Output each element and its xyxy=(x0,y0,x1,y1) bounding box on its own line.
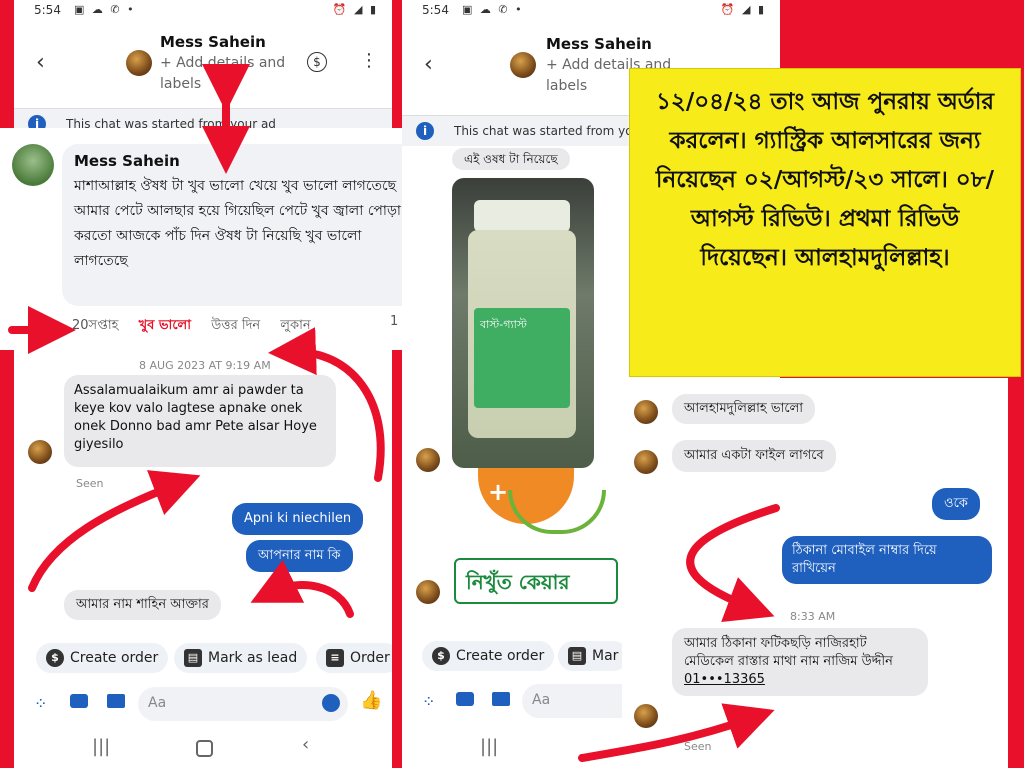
status-bar: 5:54 ▣ ☁ ✆ • ⏰ ◢ ▮ xyxy=(402,0,780,22)
timestamp: 8 AUG 2023 AT 9:19 AM xyxy=(139,359,271,372)
hide-button[interactable]: লুকান xyxy=(280,318,310,333)
chat-card-right: আলহামদুলিল্লাহ ভালো আমার একটা ফাইল লাগবে… xyxy=(622,378,1008,768)
comment-age: 20সপ্তাহ xyxy=(72,318,119,333)
brand-logo: + xyxy=(468,428,606,538)
brand-name: নিখুঁত কেয়ার xyxy=(454,558,618,604)
phone-number-link[interactable]: 01•••13365 xyxy=(684,671,916,689)
comment-card: Mess Sahein মাশাআল্লাহ ঔষধ টা খুব ভালো খ… xyxy=(0,128,430,350)
address-text: আমার ঠিকানা ফটিকছড়ি নাজিরহাট মেডিকেল রা… xyxy=(684,636,893,669)
status-time: 5:54 xyxy=(422,3,449,17)
recent-apps-icon[interactable]: ||| xyxy=(480,736,498,757)
battery-icon: ⏰ ◢ ▮ xyxy=(720,3,766,16)
outgoing-message: ঠিকানা মোবাইল নাম্বার দিয়ে রাখিয়েন xyxy=(782,536,992,584)
brand-name-text: নিখুঁত কেয়ার xyxy=(466,570,570,594)
dollar-icon: $ xyxy=(46,649,64,667)
gallery-icon[interactable] xyxy=(492,692,510,706)
contact-name[interactable]: Mess Sahein xyxy=(546,35,652,53)
outgoing-message: Apni ki niechilen xyxy=(232,503,364,535)
mark-as-lead-label: Mar xyxy=(592,648,619,664)
create-order-button[interactable]: $ Create order xyxy=(422,641,555,671)
status-icons: ▣ ☁ ✆ • xyxy=(74,3,136,16)
sender-avatar xyxy=(634,400,658,424)
incoming-message: আমার একটা ফাইল লাগবে xyxy=(672,440,836,472)
dollar-icon: $ xyxy=(432,647,450,665)
recent-apps-icon[interactable]: ||| xyxy=(92,736,110,757)
jar-lid xyxy=(474,200,570,232)
home-icon[interactable] xyxy=(196,740,213,757)
comment-bubble: Mess Sahein মাশাআল্লাহ ঔষধ টা খুব ভালো খ… xyxy=(62,144,418,306)
order-button[interactable]: ≡ Order xyxy=(316,643,392,673)
status-time: 5:54 xyxy=(34,3,61,17)
commenter-avatar xyxy=(12,144,54,186)
incoming-message: আলহামদুলিল্লাহ ভালো xyxy=(672,394,816,424)
avatar[interactable] xyxy=(126,50,152,76)
left-phone-screen: 5:54 ▣ ☁ ✆ • ⏰ ◢ ▮ ‹ Mess Sahein + Add d… xyxy=(14,0,392,768)
create-order-label: Create order xyxy=(70,650,159,666)
status-icons: ▣ ☁ ✆ • xyxy=(462,3,524,16)
seen-label: Seen xyxy=(684,740,712,753)
sender-avatar xyxy=(634,450,658,474)
sender-avatar xyxy=(634,704,658,728)
reaction-button[interactable]: খুব ভালো xyxy=(139,318,191,333)
mark-as-lead-button[interactable]: ▤ Mark as lead xyxy=(174,643,308,673)
review-note: ১২/০৪/২৪ তাং আজ পুনরায় অর্ডার করলেন। গ্… xyxy=(629,68,1021,377)
system-back-icon[interactable]: ‹ xyxy=(302,734,309,755)
product-photo: বাস্ট-গ্যাস্ট xyxy=(452,178,594,468)
incoming-message: আমার নাম শাহিন আক্তার xyxy=(64,590,221,620)
back-arrow-icon[interactable]: ‹ xyxy=(424,52,433,77)
system-nav-bar: ||| ‹ xyxy=(14,728,392,768)
status-bar: 5:54 ▣ ☁ ✆ • ⏰ ◢ ▮ xyxy=(14,0,392,22)
gallery-icon[interactable] xyxy=(107,694,125,708)
comment-author: Mess Sahein xyxy=(74,152,180,170)
comment-actions: 20সপ্তাহ খুব ভালো উত্তর দিন লুকান xyxy=(72,316,311,337)
address-message: আমার ঠিকানা ফটিকছড়ি নাজিরহাট মেডিকেল রা… xyxy=(672,628,928,696)
jar-label: বাস্ট-গ্যাস্ট xyxy=(474,308,570,408)
emoji-icon[interactable] xyxy=(322,694,340,712)
avatar[interactable] xyxy=(510,52,536,78)
compose-placeholder: Aa xyxy=(532,692,551,708)
reply-button[interactable]: উত্তর দিন xyxy=(211,318,260,333)
battery-icon: ⏰ ◢ ▮ xyxy=(332,3,378,16)
outgoing-message: ওকে xyxy=(932,488,980,520)
like-count-value: 1 xyxy=(390,314,399,329)
contact-card-icon: ▤ xyxy=(568,647,586,665)
menu-grid-icon[interactable]: ⁘ xyxy=(422,692,435,711)
camera-icon[interactable] xyxy=(70,694,88,708)
contact-card-icon: ▤ xyxy=(184,649,202,667)
jar-label-text: বাস্ট-গ্যাস্ট xyxy=(480,318,527,331)
create-order-label: Create order xyxy=(456,648,545,664)
create-order-button[interactable]: $ Create order xyxy=(36,643,169,673)
order-label: Order xyxy=(350,650,390,666)
message-time: 8:33 AM xyxy=(790,610,836,623)
incoming-message: এই ওষধ টা নিয়েছে xyxy=(452,148,570,170)
menu-grid-icon[interactable]: ⁘ xyxy=(34,694,47,713)
order-list-icon: ≡ xyxy=(326,649,344,667)
back-arrow-icon[interactable]: ‹ xyxy=(36,50,45,75)
mark-as-lead-button[interactable]: ▤ Mar xyxy=(558,641,629,671)
plus-icon: + xyxy=(488,478,509,506)
add-details-link[interactable]: + Add details and labels xyxy=(160,53,300,95)
incoming-message: Assalamualaikum amr ai pawder ta keye ko… xyxy=(64,375,336,467)
sender-avatar xyxy=(416,448,440,472)
camera-icon[interactable] xyxy=(456,692,474,706)
more-icon[interactable]: ⋮ xyxy=(360,50,378,71)
comment-text: মাশাআল্লাহ ঔষধ টা খুব ভালো খেয়ে খুব ভাল… xyxy=(74,178,401,269)
seen-label: Seen xyxy=(76,477,104,490)
compose-placeholder: Aa xyxy=(148,695,167,711)
leaf-icon xyxy=(508,490,606,534)
outgoing-message: আপনার নাম কি xyxy=(246,540,353,572)
sender-avatar xyxy=(416,580,440,604)
mark-as-lead-label: Mark as lead xyxy=(208,650,298,666)
thumbs-up-icon[interactable]: 👍 xyxy=(360,690,382,711)
contact-name[interactable]: Mess Sahein xyxy=(160,33,266,51)
review-note-text: ১২/০৪/২৪ তাং আজ পুনরায় অর্ডার করলেন। গ্… xyxy=(655,89,995,271)
message-input[interactable]: Aa xyxy=(138,687,348,721)
dollar-icon[interactable]: $ xyxy=(307,52,327,72)
sender-avatar xyxy=(28,440,52,464)
info-icon: i xyxy=(416,122,434,140)
